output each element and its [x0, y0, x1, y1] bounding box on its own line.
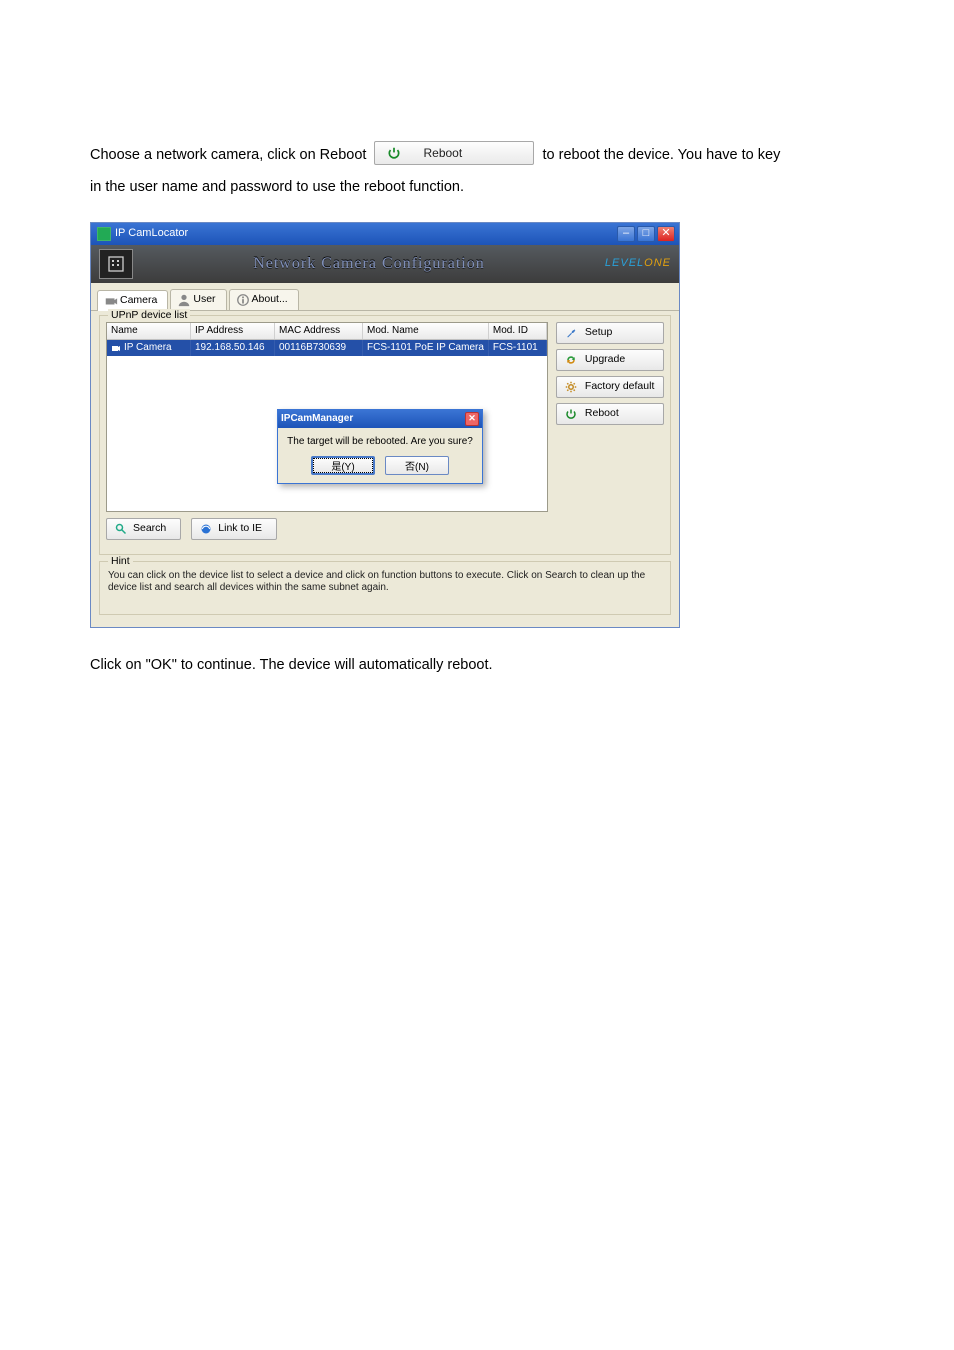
doc-text: to reboot the device. You have to key: [543, 147, 781, 163]
camera-icon: [111, 343, 121, 353]
col-modid[interactable]: Mod. ID: [489, 323, 547, 339]
reboot-label: Reboot: [585, 407, 619, 420]
close-button[interactable]: ✕: [657, 226, 675, 242]
building-icon: [103, 253, 129, 275]
camera-icon: [104, 294, 118, 308]
grid-header: Name IP Address MAC Address Mod. Name Mo…: [107, 323, 547, 340]
dialog-yes-button[interactable]: 是(Y): [311, 456, 375, 475]
hint-group: Hint You can click on the device list to…: [99, 561, 671, 615]
maximize-button[interactable]: □: [637, 226, 655, 242]
reboot-button[interactable]: Reboot: [556, 403, 664, 425]
cell-modid: FCS-1101: [489, 340, 547, 356]
doc-text: in the user name and password to use the…: [90, 172, 864, 204]
reboot-inline-label: Reboot: [423, 140, 462, 166]
cell-mac: 00116B730639: [275, 340, 363, 356]
col-name[interactable]: Name: [107, 323, 191, 339]
tab-row: Camera User About...: [91, 283, 679, 311]
cell-modname: FCS-1101 PoE IP Camera: [363, 340, 489, 356]
search-button[interactable]: Search: [106, 518, 181, 540]
upgrade-button[interactable]: Upgrade: [556, 349, 664, 371]
factory-label: Factory default: [585, 380, 654, 393]
doc-text: Click on "OK" to continue. The device wi…: [90, 650, 864, 682]
refresh-icon: [565, 354, 577, 366]
dialog-title: IPCamManager: [281, 413, 353, 425]
power-icon: [565, 408, 577, 420]
doc-text: Choose a network camera, click on Reboot: [90, 147, 370, 163]
dialog-close-button[interactable]: ✕: [465, 412, 479, 426]
cell-name: IP Camera: [124, 342, 172, 354]
link-label: Link to IE: [218, 522, 262, 535]
hint-text: You can click on the device list to sele…: [108, 570, 662, 594]
device-list-group: UPnP device list Name IP Address MAC Add…: [99, 315, 671, 555]
setup-label: Setup: [585, 326, 612, 339]
hint-legend: Hint: [108, 555, 133, 568]
cell-ip: 192.168.50.146: [191, 340, 275, 356]
search-icon: [115, 523, 127, 535]
setup-button[interactable]: Setup: [556, 322, 664, 344]
user-icon: [177, 293, 191, 307]
brand-logo: LEVELONE: [605, 257, 671, 270]
search-label: Search: [133, 522, 166, 535]
col-modname[interactable]: Mod. Name: [363, 323, 489, 339]
link-to-ie-button[interactable]: Link to IE: [191, 518, 277, 540]
factory-default-button[interactable]: Factory default: [556, 376, 664, 398]
minimize-button[interactable]: –: [617, 226, 635, 242]
header-title: Network Camera Configuration: [253, 254, 485, 273]
logo-icon: [99, 249, 133, 279]
tab-about-label: About...: [252, 293, 288, 306]
wrench-icon: [565, 327, 577, 339]
reboot-button-inline[interactable]: Reboot: [374, 141, 534, 165]
tab-camera-label: Camera: [120, 294, 157, 307]
device-grid[interactable]: Name IP Address MAC Address Mod. Name Mo…: [106, 322, 548, 512]
app-window: IP CamLocator – □ ✕ Network Camera Confi…: [90, 222, 680, 628]
window-title: IP CamLocator: [115, 227, 188, 240]
power-icon: [387, 146, 401, 160]
ie-icon: [200, 523, 212, 535]
dialog-message: The target will be rebooted. Are you sur…: [286, 436, 474, 448]
group-legend: UPnP device list: [108, 309, 190, 322]
titlebar: IP CamLocator – □ ✕: [91, 223, 679, 245]
dialog-no-button[interactable]: 否(N): [385, 456, 449, 475]
col-mac[interactable]: MAC Address: [275, 323, 363, 339]
col-ip[interactable]: IP Address: [191, 323, 275, 339]
info-icon: [236, 293, 250, 307]
tab-user[interactable]: User: [170, 289, 226, 310]
tab-about[interactable]: About...: [229, 289, 299, 310]
app-icon: [97, 227, 111, 241]
header-strip: Network Camera Configuration LEVELONE: [91, 245, 679, 283]
tab-camera[interactable]: Camera: [97, 290, 168, 311]
tab-user-label: User: [193, 293, 215, 306]
table-row[interactable]: IP Camera 192.168.50.146 00116B730639 FC…: [107, 340, 547, 356]
confirm-dialog: IPCamManager ✕ The target will be reboot…: [277, 409, 483, 484]
upgrade-label: Upgrade: [585, 353, 625, 366]
gear-icon: [565, 381, 577, 393]
